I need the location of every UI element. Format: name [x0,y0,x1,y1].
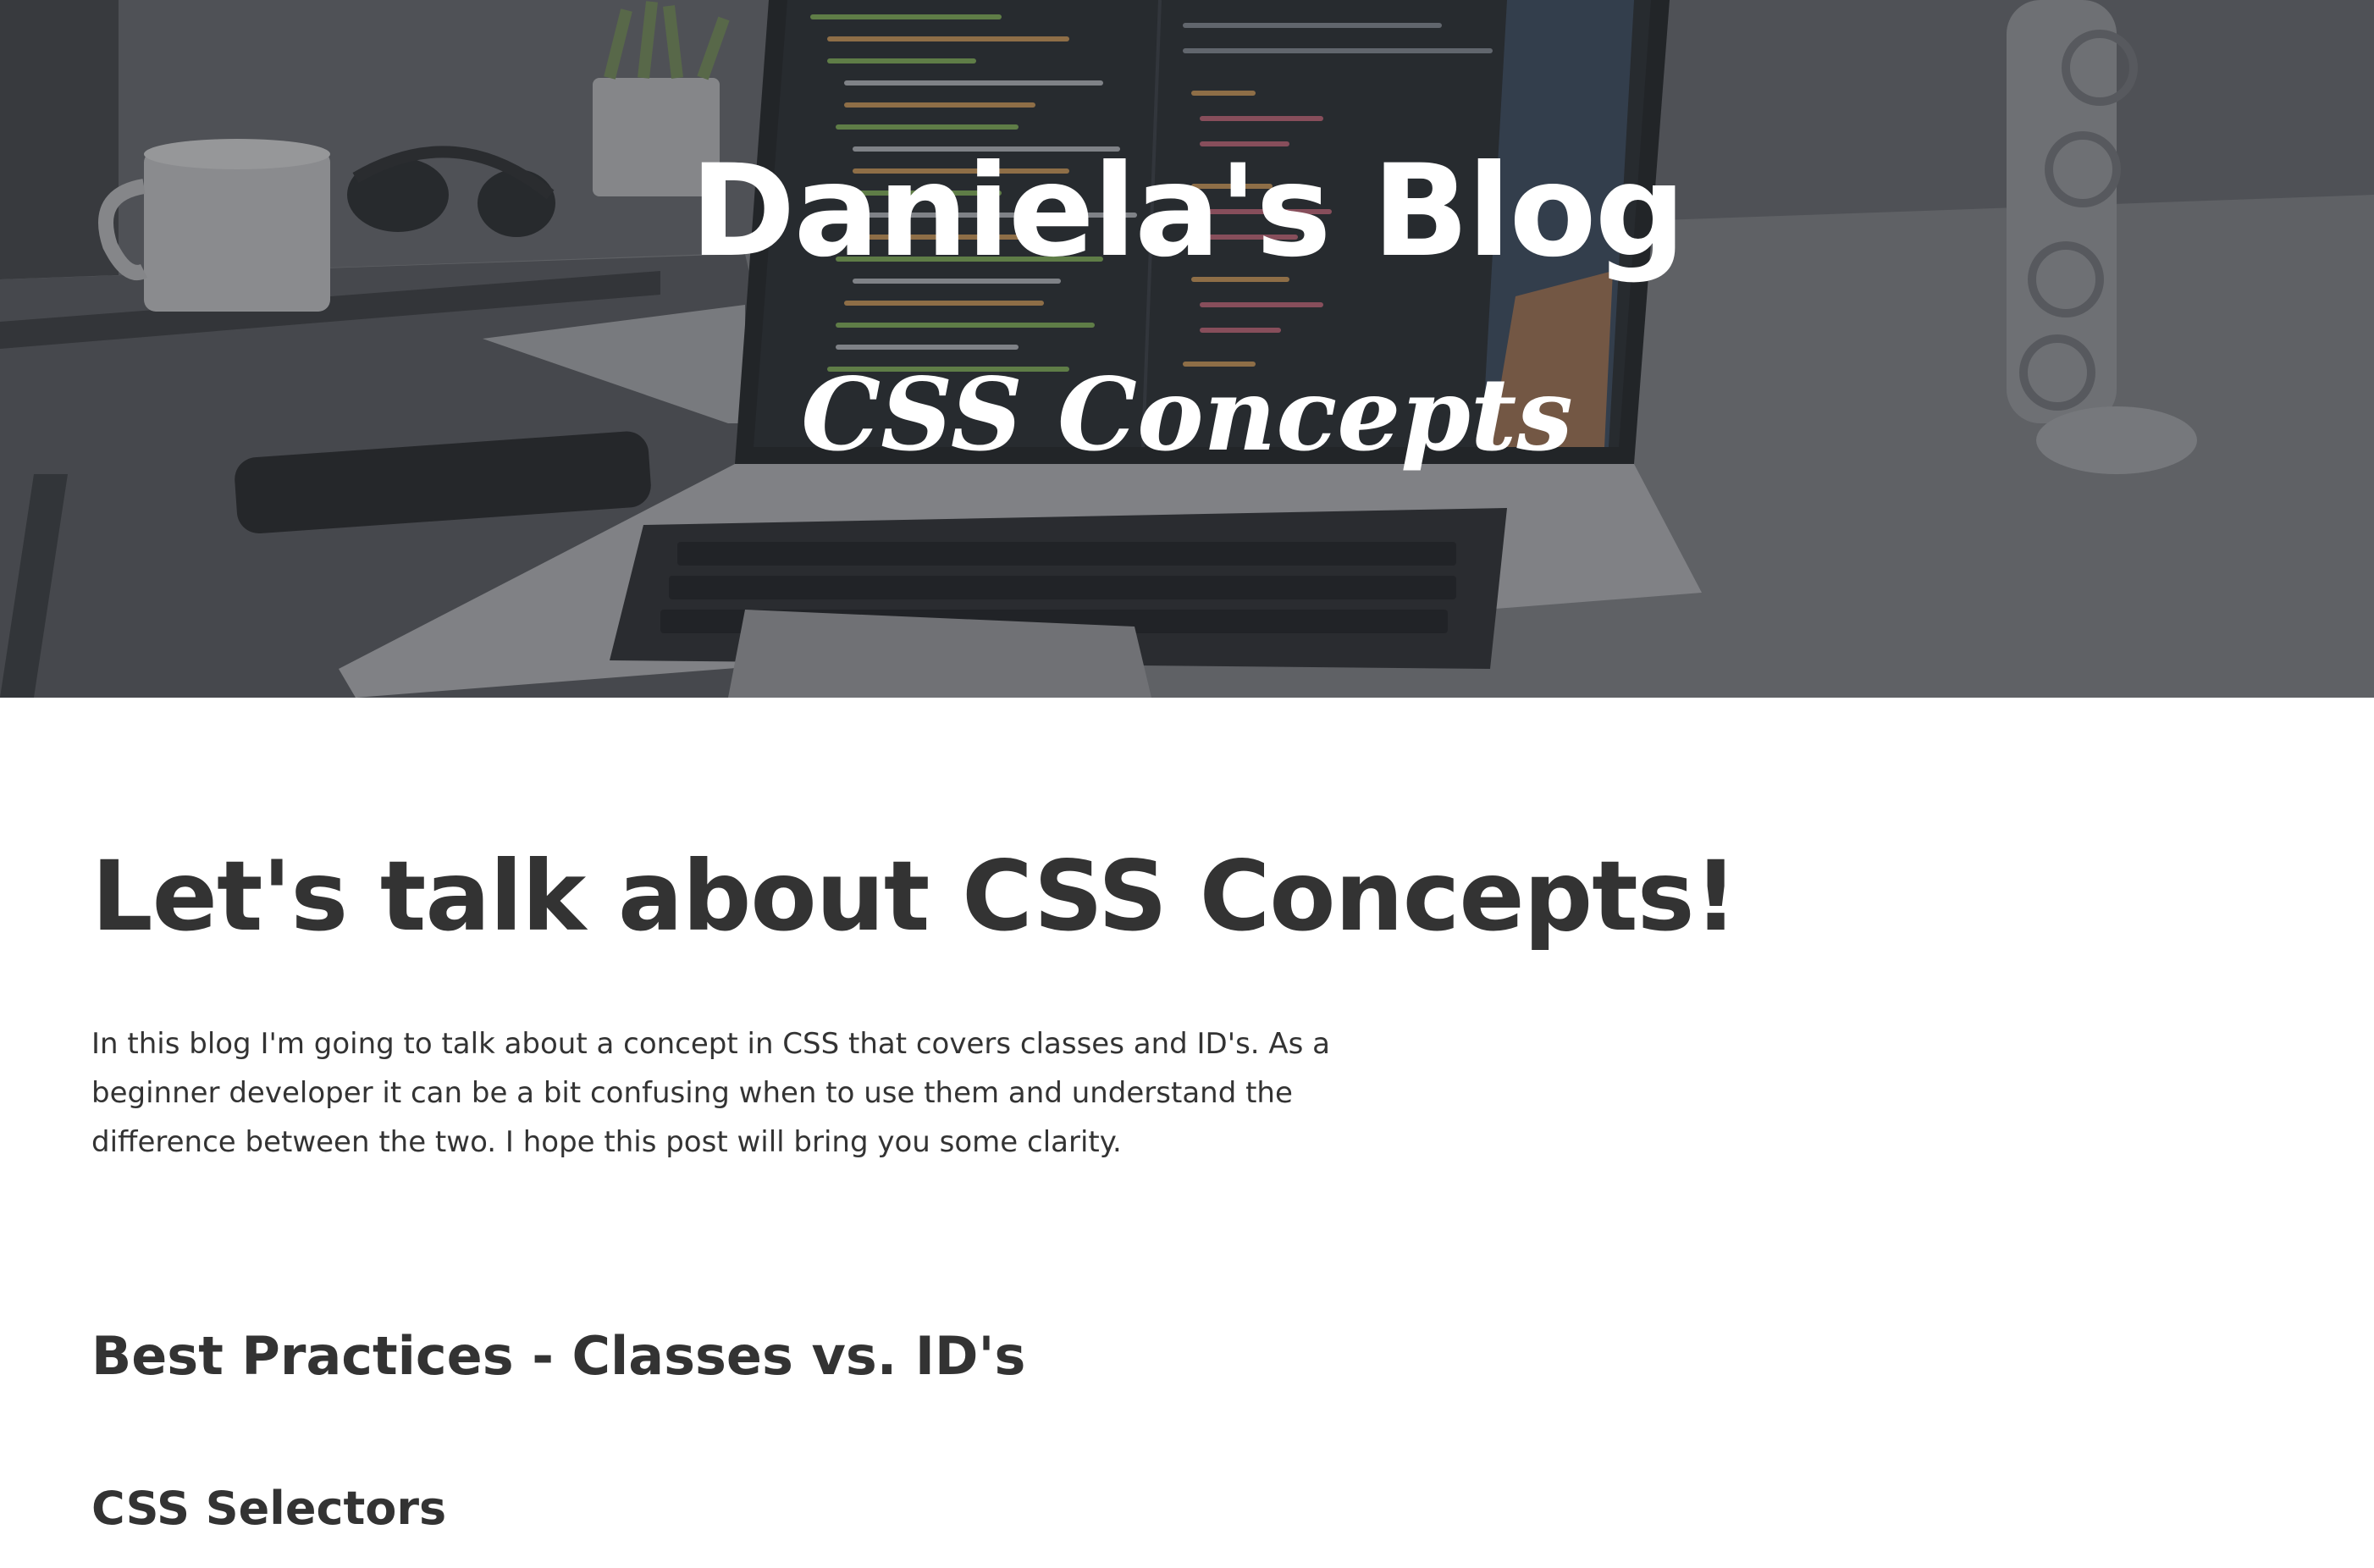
post-title: Let's talk about CSS Concepts! [91,840,1738,952]
hero-background-photo [0,0,2374,698]
blog-title: Daniela's Blog [690,138,1686,285]
sub-heading: CSS Selectors [91,1482,447,1535]
blog-subtitle: CSS Concepts [801,356,1573,473]
hero-banner: Daniela's Blog CSS Concepts [0,0,2374,698]
intro-paragraph: In this blog I'm going to talk about a c… [91,1027,1331,1159]
section-heading: Best Practices - Classes vs. ID's [91,1325,1026,1387]
